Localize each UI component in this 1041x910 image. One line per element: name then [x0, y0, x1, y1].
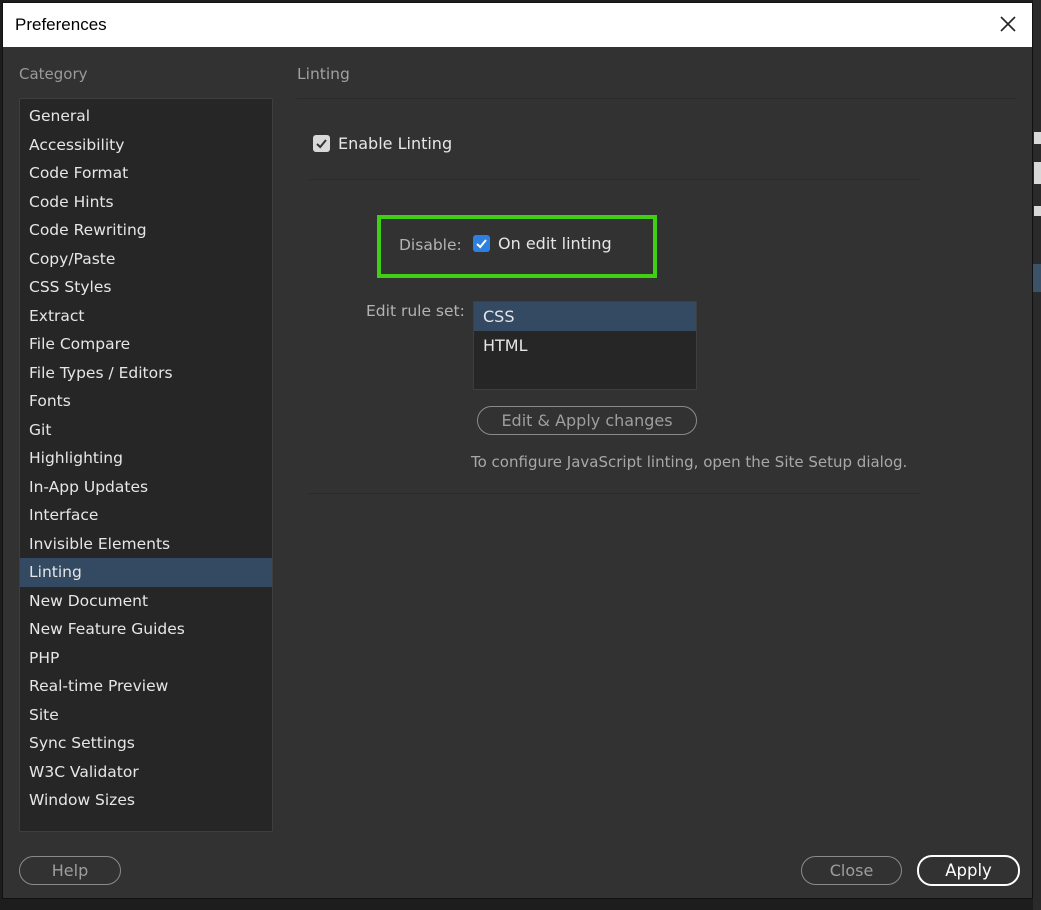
- category-item-site[interactable]: Site: [20, 701, 272, 730]
- javascript-linting-note: To configure JavaScript linting, open th…: [471, 453, 908, 471]
- disable-label: Disable:: [399, 236, 462, 254]
- category-item-git[interactable]: Git: [20, 416, 272, 445]
- category-item-sync-settings[interactable]: Sync Settings: [20, 729, 272, 758]
- close-icon[interactable]: [998, 14, 1018, 34]
- checkbox-checked-icon[interactable]: [313, 135, 330, 152]
- section-divider: [297, 98, 1017, 99]
- category-item-highlighting[interactable]: Highlighting: [20, 444, 272, 473]
- apply-button[interactable]: Apply: [917, 855, 1020, 886]
- category-item-invisible-elements[interactable]: Invisible Elements: [20, 530, 272, 559]
- category-item-interface[interactable]: Interface: [20, 501, 272, 530]
- preferences-dialog: Preferences Category General Accessibili…: [2, 2, 1033, 899]
- help-button[interactable]: Help: [19, 856, 121, 885]
- category-item-code-rewriting[interactable]: Code Rewriting: [20, 216, 272, 245]
- title-bar: Preferences: [3, 3, 1032, 47]
- on-edit-linting-label: On edit linting: [498, 234, 612, 253]
- category-item-real-time-preview[interactable]: Real-time Preview: [20, 672, 272, 701]
- divider: [309, 493, 921, 494]
- category-item-w3c-validator[interactable]: W3C Validator: [20, 758, 272, 787]
- category-item-copy-paste[interactable]: Copy/Paste: [20, 245, 272, 274]
- category-item-code-format[interactable]: Code Format: [20, 159, 272, 188]
- background-icon: [1034, 206, 1041, 216]
- enable-linting-checkbox[interactable]: Enable Linting: [313, 134, 452, 153]
- category-item-fonts[interactable]: Fonts: [20, 387, 272, 416]
- category-item-window-sizes[interactable]: Window Sizes: [20, 786, 272, 815]
- category-item-general[interactable]: General: [20, 102, 272, 131]
- divider: [309, 179, 921, 180]
- checkbox-checked-icon[interactable]: [473, 235, 490, 252]
- category-item-file-types-editors[interactable]: File Types / Editors: [20, 359, 272, 388]
- on-edit-linting-checkbox[interactable]: On edit linting: [473, 234, 612, 253]
- category-item-file-compare[interactable]: File Compare: [20, 330, 272, 359]
- rule-set-item-css[interactable]: CSS: [474, 302, 696, 331]
- window-title: Preferences: [15, 15, 107, 34]
- category-list: General Accessibility Code Format Code H…: [19, 98, 273, 832]
- rule-set-label: Edit rule set:: [366, 302, 465, 320]
- category-item-php[interactable]: PHP: [20, 644, 272, 673]
- category-item-accessibility[interactable]: Accessibility: [20, 131, 272, 160]
- background-selection: [1033, 264, 1041, 292]
- background-icon: [1034, 162, 1041, 184]
- rule-set-list: CSS HTML: [473, 301, 697, 390]
- category-item-in-app-updates[interactable]: In-App Updates: [20, 473, 272, 502]
- category-item-extract[interactable]: Extract: [20, 302, 272, 331]
- background-glyph: [1034, 132, 1041, 144]
- edit-apply-changes-button[interactable]: Edit & Apply changes: [477, 406, 697, 435]
- close-button[interactable]: Close: [801, 856, 902, 885]
- section-title: Linting: [297, 65, 350, 83]
- category-header: Category: [19, 65, 88, 83]
- category-item-new-feature-guides[interactable]: New Feature Guides: [20, 615, 272, 644]
- enable-linting-label: Enable Linting: [338, 134, 453, 153]
- category-item-linting[interactable]: Linting: [20, 558, 272, 587]
- category-item-new-document[interactable]: New Document: [20, 587, 272, 616]
- category-item-css-styles[interactable]: CSS Styles: [20, 273, 272, 302]
- category-item-code-hints[interactable]: Code Hints: [20, 188, 272, 217]
- background-app-strip: [1033, 0, 1041, 910]
- rule-set-item-html[interactable]: HTML: [474, 331, 696, 360]
